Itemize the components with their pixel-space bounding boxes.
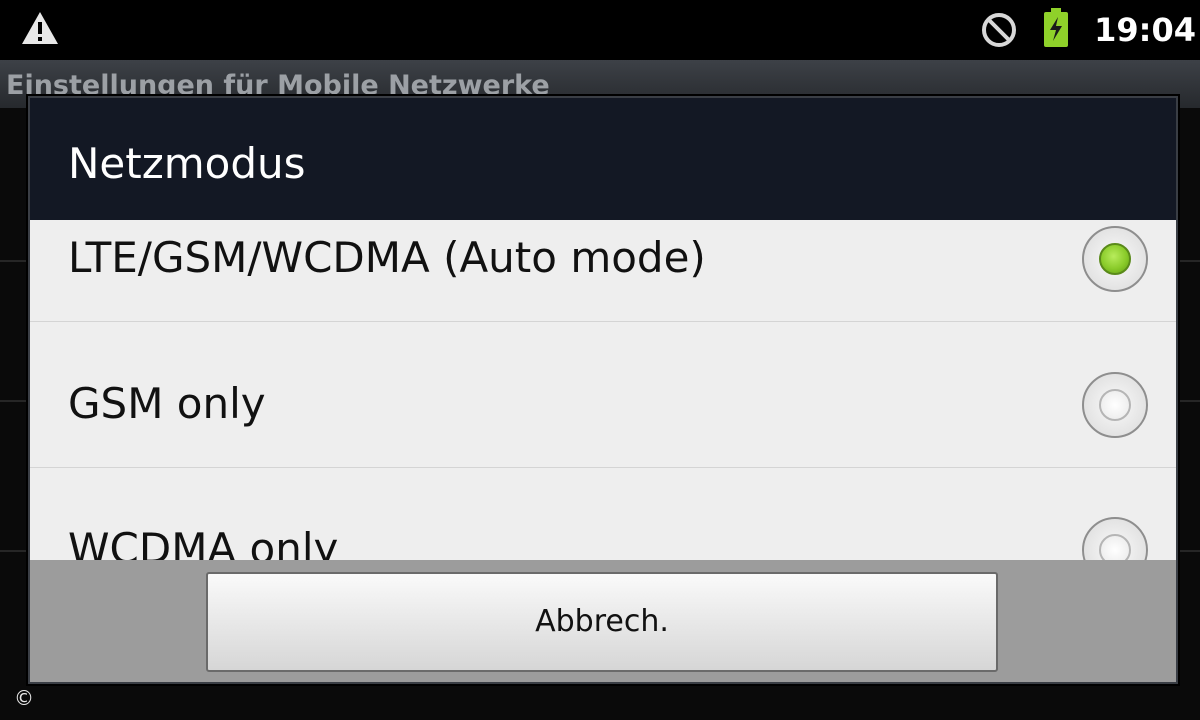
options-list[interactable]: LTE/GSM/WCDMA (Auto mode) GSM only WCDMA… (30, 220, 1176, 560)
radio-dot (1099, 534, 1131, 560)
radio-unselected-icon[interactable] (1082, 517, 1148, 560)
copyright-mark: © (14, 686, 34, 710)
radio-dot (1099, 389, 1131, 421)
status-bar: 19:04 (0, 0, 1200, 60)
warning-icon (22, 12, 58, 44)
option-label: GSM only (68, 379, 266, 428)
clock: 19:04 (1094, 11, 1196, 49)
radio-dot (1099, 243, 1131, 275)
cancel-button[interactable]: Abbrech. (206, 572, 998, 672)
option-wcdma-only[interactable]: WCDMA only (30, 467, 1176, 560)
radio-selected-icon[interactable] (1082, 226, 1148, 292)
dialog-title: Netzmodus (68, 139, 306, 188)
option-label: LTE/GSM/WCDMA (Auto mode) (68, 233, 706, 282)
dialog-header: Netzmodus (30, 98, 1176, 220)
battery-charging-icon (1044, 8, 1068, 47)
network-mode-dialog: Netzmodus LTE/GSM/WCDMA (Auto mode) GSM … (28, 96, 1178, 684)
option-label: WCDMA only (68, 524, 339, 560)
blocked-icon (982, 13, 1016, 47)
option-lte-gsm-wcdma-auto[interactable]: LTE/GSM/WCDMA (Auto mode) (30, 220, 1176, 322)
radio-unselected-icon[interactable] (1082, 372, 1148, 438)
phone-screen: 19:04 Einstellungen für Mobile Netzwerke… (0, 0, 1200, 720)
dialog-button-bar: Abbrech. (30, 560, 1176, 682)
option-gsm-only[interactable]: GSM only (30, 322, 1176, 468)
